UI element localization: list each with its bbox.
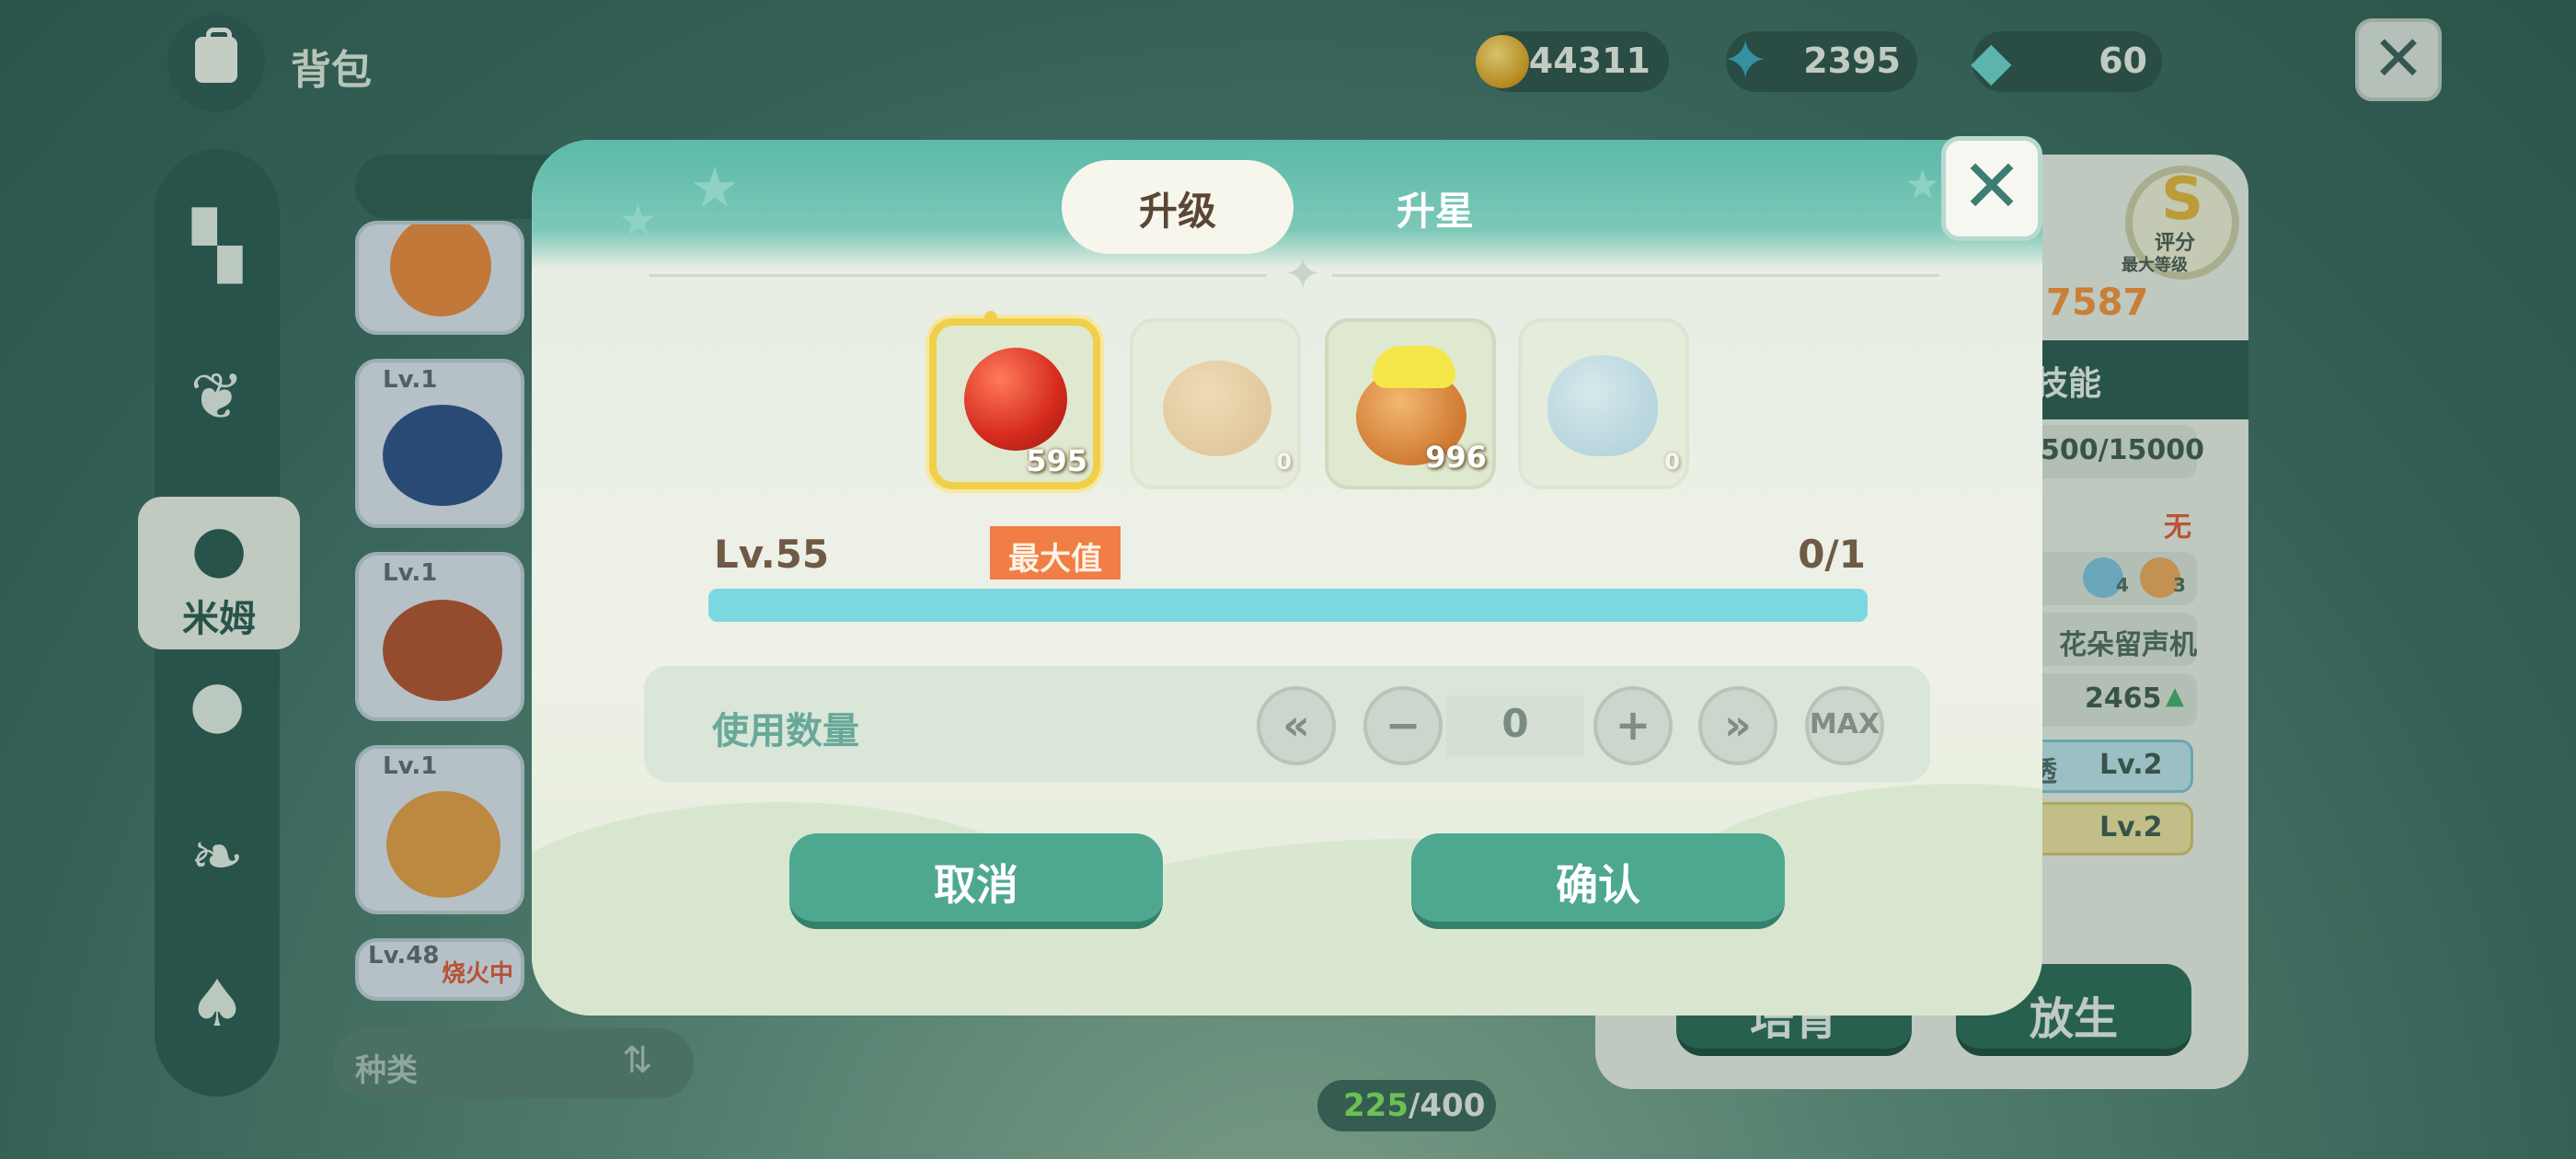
item-count: 996 bbox=[1425, 440, 1487, 475]
tab-level-up-label: 升级 bbox=[1138, 189, 1216, 234]
quantity-plus-button[interactable]: + bbox=[1593, 686, 1673, 765]
selected-dot-icon bbox=[984, 311, 997, 324]
progress-fill bbox=[708, 589, 1868, 622]
divider bbox=[650, 274, 1266, 277]
tab-star-up[interactable]: 升星 bbox=[1319, 180, 1551, 236]
sparkle-icon: ★ bbox=[1904, 162, 1941, 209]
item-count: 595 bbox=[1026, 443, 1087, 478]
quantity-min-button[interactable]: « bbox=[1257, 686, 1336, 765]
divider bbox=[1332, 274, 1939, 277]
item-slot-blue-drop[interactable]: 0 bbox=[1518, 318, 1689, 489]
confirm-button-label: 确认 bbox=[1556, 860, 1640, 910]
red-fruit-icon bbox=[964, 348, 1067, 451]
current-level: Lv.55 bbox=[714, 532, 830, 577]
progress-text: 0/1 bbox=[1798, 532, 1866, 577]
blue-drop-icon bbox=[1547, 355, 1658, 456]
item-count: 0 bbox=[1276, 449, 1292, 475]
honey-lid-icon bbox=[1373, 346, 1455, 388]
quantity-max-button[interactable]: MAX bbox=[1805, 686, 1884, 765]
item-slot-red-fruit[interactable]: 595 bbox=[929, 311, 1100, 489]
item-slot-honey-pot[interactable]: 0 bbox=[1130, 318, 1301, 489]
quantity-step-max-button[interactable]: » bbox=[1698, 686, 1777, 765]
close-icon: ✕ bbox=[1961, 143, 2023, 229]
divider-star-icon: ✦ bbox=[1284, 248, 1322, 300]
cancel-button-label: 取消 bbox=[934, 860, 1018, 910]
modal-close-button[interactable]: ✕ bbox=[1941, 136, 2042, 241]
quantity-label: 使用数量 bbox=[712, 710, 859, 752]
item-count: 0 bbox=[1664, 449, 1680, 475]
item-slot-yellow-honey-pot[interactable]: 996 bbox=[1325, 318, 1496, 489]
sparkle-icon: ★ bbox=[690, 156, 740, 221]
max-badge-label: 最大值 bbox=[1008, 541, 1102, 578]
quantity-value[interactable]: 0 bbox=[1446, 701, 1584, 746]
sparkle-icon: ★ bbox=[618, 195, 659, 247]
honey-pot-icon bbox=[1163, 361, 1271, 456]
quantity-minus-button[interactable]: − bbox=[1363, 686, 1443, 765]
